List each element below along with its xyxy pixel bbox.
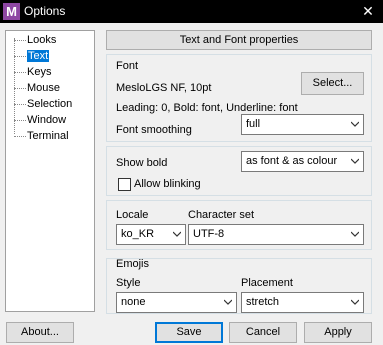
tree-item-label: Text: [27, 50, 50, 62]
emojis-group: Emojis Style Placement none stretch: [106, 258, 372, 314]
app-icon: M: [3, 3, 20, 20]
font-group-label: Font: [116, 60, 139, 72]
font-smoothing-select[interactable]: full: [241, 114, 364, 135]
emoji-style-label: Style: [116, 277, 141, 289]
title-bar: M Options ✕: [0, 0, 383, 23]
chevron-down-icon: [224, 299, 232, 305]
locale-value: ko_KR: [121, 228, 155, 240]
tree-item-label: Terminal: [27, 130, 69, 142]
emojis-group-label: Emojis: [116, 258, 150, 270]
font-smoothing-label: Font smoothing: [116, 124, 192, 136]
font-group: Font MesloLGS NF, 10pt Select... Leading…: [106, 54, 372, 142]
show-bold-value: as font & as colour: [246, 155, 338, 167]
locale-select[interactable]: ko_KR: [116, 224, 186, 245]
apply-button[interactable]: Apply: [304, 322, 372, 343]
allow-blinking-label[interactable]: Allow blinking: [134, 178, 201, 190]
charset-value: UTF-8: [193, 228, 225, 240]
chevron-down-icon: [351, 231, 359, 237]
chevron-down-icon: [351, 121, 359, 127]
locale-group: Locale Character set ko_KR UTF-8: [106, 200, 372, 250]
emoji-placement-select[interactable]: stretch: [241, 292, 364, 313]
charset-label: Character set: [188, 209, 255, 221]
about-button[interactable]: About...: [6, 322, 74, 343]
charset-select[interactable]: UTF-8: [188, 224, 364, 245]
window-title: Options: [24, 4, 66, 18]
font-smoothing-value: full: [246, 118, 261, 130]
current-font: MesloLGS NF, 10pt: [116, 82, 212, 94]
tree-item-window[interactable]: Window: [14, 113, 66, 127]
cancel-button[interactable]: Cancel: [229, 322, 297, 343]
emoji-placement-value: stretch: [246, 296, 280, 308]
tree-item-label: Selection: [27, 98, 73, 110]
tree-item-label: Keys: [27, 66, 52, 78]
bold-group: Show bold as font & as colour Allow blin…: [106, 146, 372, 196]
show-bold-label: Show bold: [116, 157, 168, 169]
select-font-button[interactable]: Select...: [301, 72, 364, 95]
tree-item-label: Mouse: [27, 82, 61, 94]
tree-item-selection[interactable]: Selection: [14, 97, 72, 111]
tree-item-keys[interactable]: Keys: [14, 65, 51, 79]
chevron-down-icon: [173, 231, 181, 237]
locale-label: Locale: [116, 209, 149, 221]
tree-item-label: Looks: [27, 34, 57, 46]
emoji-style-value: none: [121, 296, 146, 308]
tree-item-mouse[interactable]: Mouse: [14, 81, 60, 95]
emoji-style-select[interactable]: none: [116, 292, 237, 313]
close-icon[interactable]: ✕: [359, 2, 377, 20]
allow-blinking-checkbox[interactable]: [118, 178, 131, 191]
tree-item-terminal[interactable]: Terminal: [14, 129, 69, 143]
tree-item-looks[interactable]: Looks: [14, 33, 56, 47]
tree-item-text[interactable]: Text: [14, 49, 50, 63]
show-bold-select[interactable]: as font & as colour: [241, 151, 364, 172]
chevron-down-icon: [351, 299, 359, 305]
chevron-down-icon: [351, 158, 359, 164]
text-font-properties-header: Text and Font properties: [106, 30, 372, 50]
options-tree[interactable]: Looks Text Keys Mouse Selection Window T…: [5, 30, 95, 312]
save-button[interactable]: Save: [155, 322, 223, 343]
emoji-placement-label: Placement: [241, 277, 293, 289]
font-details: Leading: 0, Bold: font, Underline: font: [116, 102, 298, 114]
tree-item-label: Window: [27, 114, 67, 126]
